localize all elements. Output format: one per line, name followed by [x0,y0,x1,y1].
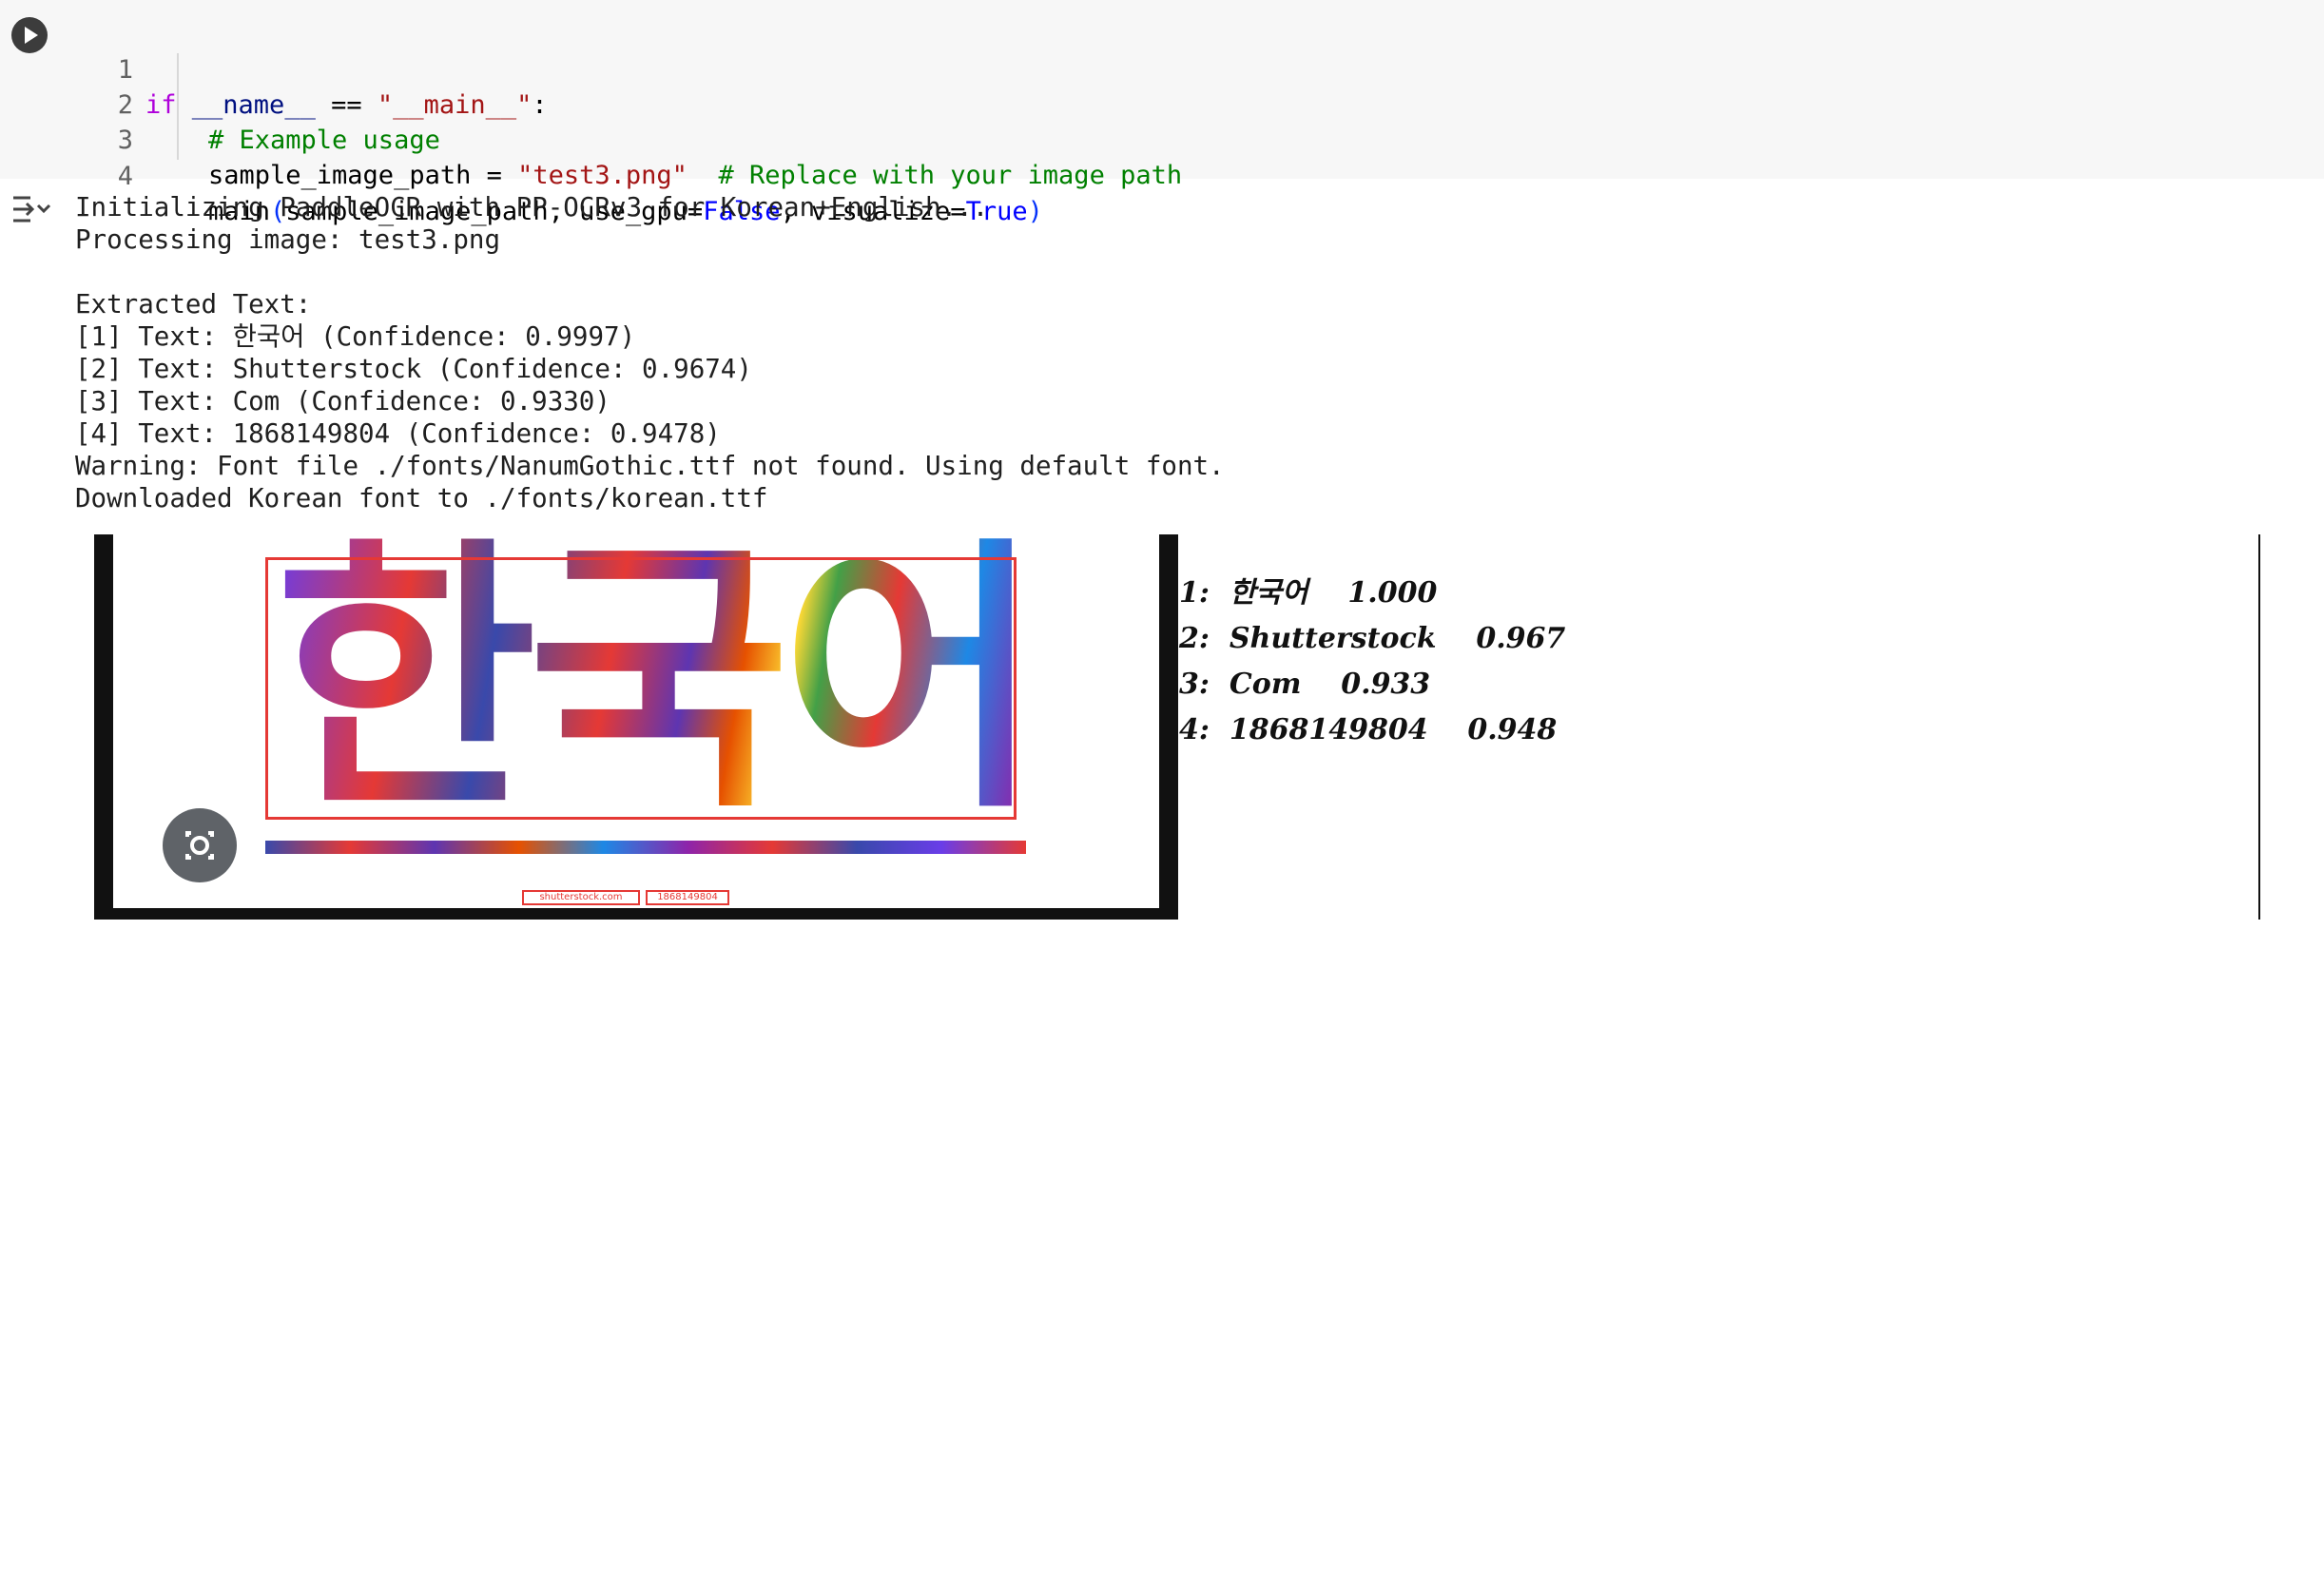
google-lens-icon [185,831,214,860]
keyword: if [145,90,177,120]
google-lens-button[interactable] [163,808,237,882]
code-cell[interactable]: 1 if __name__ == "__main__": 2 # Example… [0,0,2324,226]
output-line: [4] Text: 1868149804 (Confidence: 0.9478… [75,418,721,449]
output-line: Downloaded Korean font to ./fonts/korean… [75,483,768,513]
output-line: Processing image: test3.png [75,224,501,255]
code-line-1[interactable]: 1 if __name__ == "__main__": [0,17,548,120]
output-line: [2] Text: Shutterstock (Confidence: 0.96… [75,354,752,384]
code-text[interactable]: if __name__ == "__main__": [145,87,548,123]
colon: : [532,90,548,120]
comment[interactable]: # Example usage [208,123,440,158]
output-line: Warning: Font file ./fonts/NanumGothic.t… [75,451,1225,481]
operator: == [315,90,378,120]
string: "test3.png" [517,161,688,190]
image-border [2258,534,2260,920]
line-number: 4 [117,162,133,191]
output-line: Extracted Text: [75,289,312,320]
output-line: [1] Text: 한국어 (Confidence: 0.9997) [75,321,636,352]
code-line-2[interactable]: 2 # Example usage [0,52,440,155]
variable: __name__ [191,90,316,120]
output-text: Initializing PaddleOCR with PP-OCRv3 for… [75,191,1225,514]
code-text[interactable]: sample_image_path = "test3.png" # Replac… [208,158,1182,193]
annotated-image: 한국어 shutterstock.com 1868149804 [113,534,1159,908]
output-line: [3] Text: Com (Confidence: 0.9330) [75,386,610,416]
result-line: 1: 한국어 1.000 [1179,576,1438,610]
comment: # Replace with your image path [718,161,1183,190]
annotated-image-frame: 한국어 shutterstock.com 1868149804 [94,534,1178,920]
string: "__main__" [377,90,533,120]
code-line-3[interactable]: 3 sample_image_path = "test3.png" # Repl… [0,87,1182,190]
output-collapse-icon[interactable] [10,192,53,234]
ocr-visualization: 한국어 shutterstock.com 1868149804 1: 한국어 1… [94,534,2264,920]
result-line: 4: 1868149804 0.948 [1179,713,1558,746]
output-line: Initializing PaddleOCR with PP-OCRv3 for… [75,192,989,223]
code-line-4[interactable]: 4 main(sample_image_path, use_gpu=False,… [0,124,1043,226]
assignment: sample_image_path = [208,161,518,190]
watermark-box: shutterstock.com [522,890,640,905]
color-stripe [265,841,1026,854]
detection-box [265,557,1017,820]
result-line: 2: Shutterstock 0.967 [1179,622,1566,655]
watermark-box: 1868149804 [646,890,729,905]
result-line: 3: Com 0.933 [1179,668,1431,701]
